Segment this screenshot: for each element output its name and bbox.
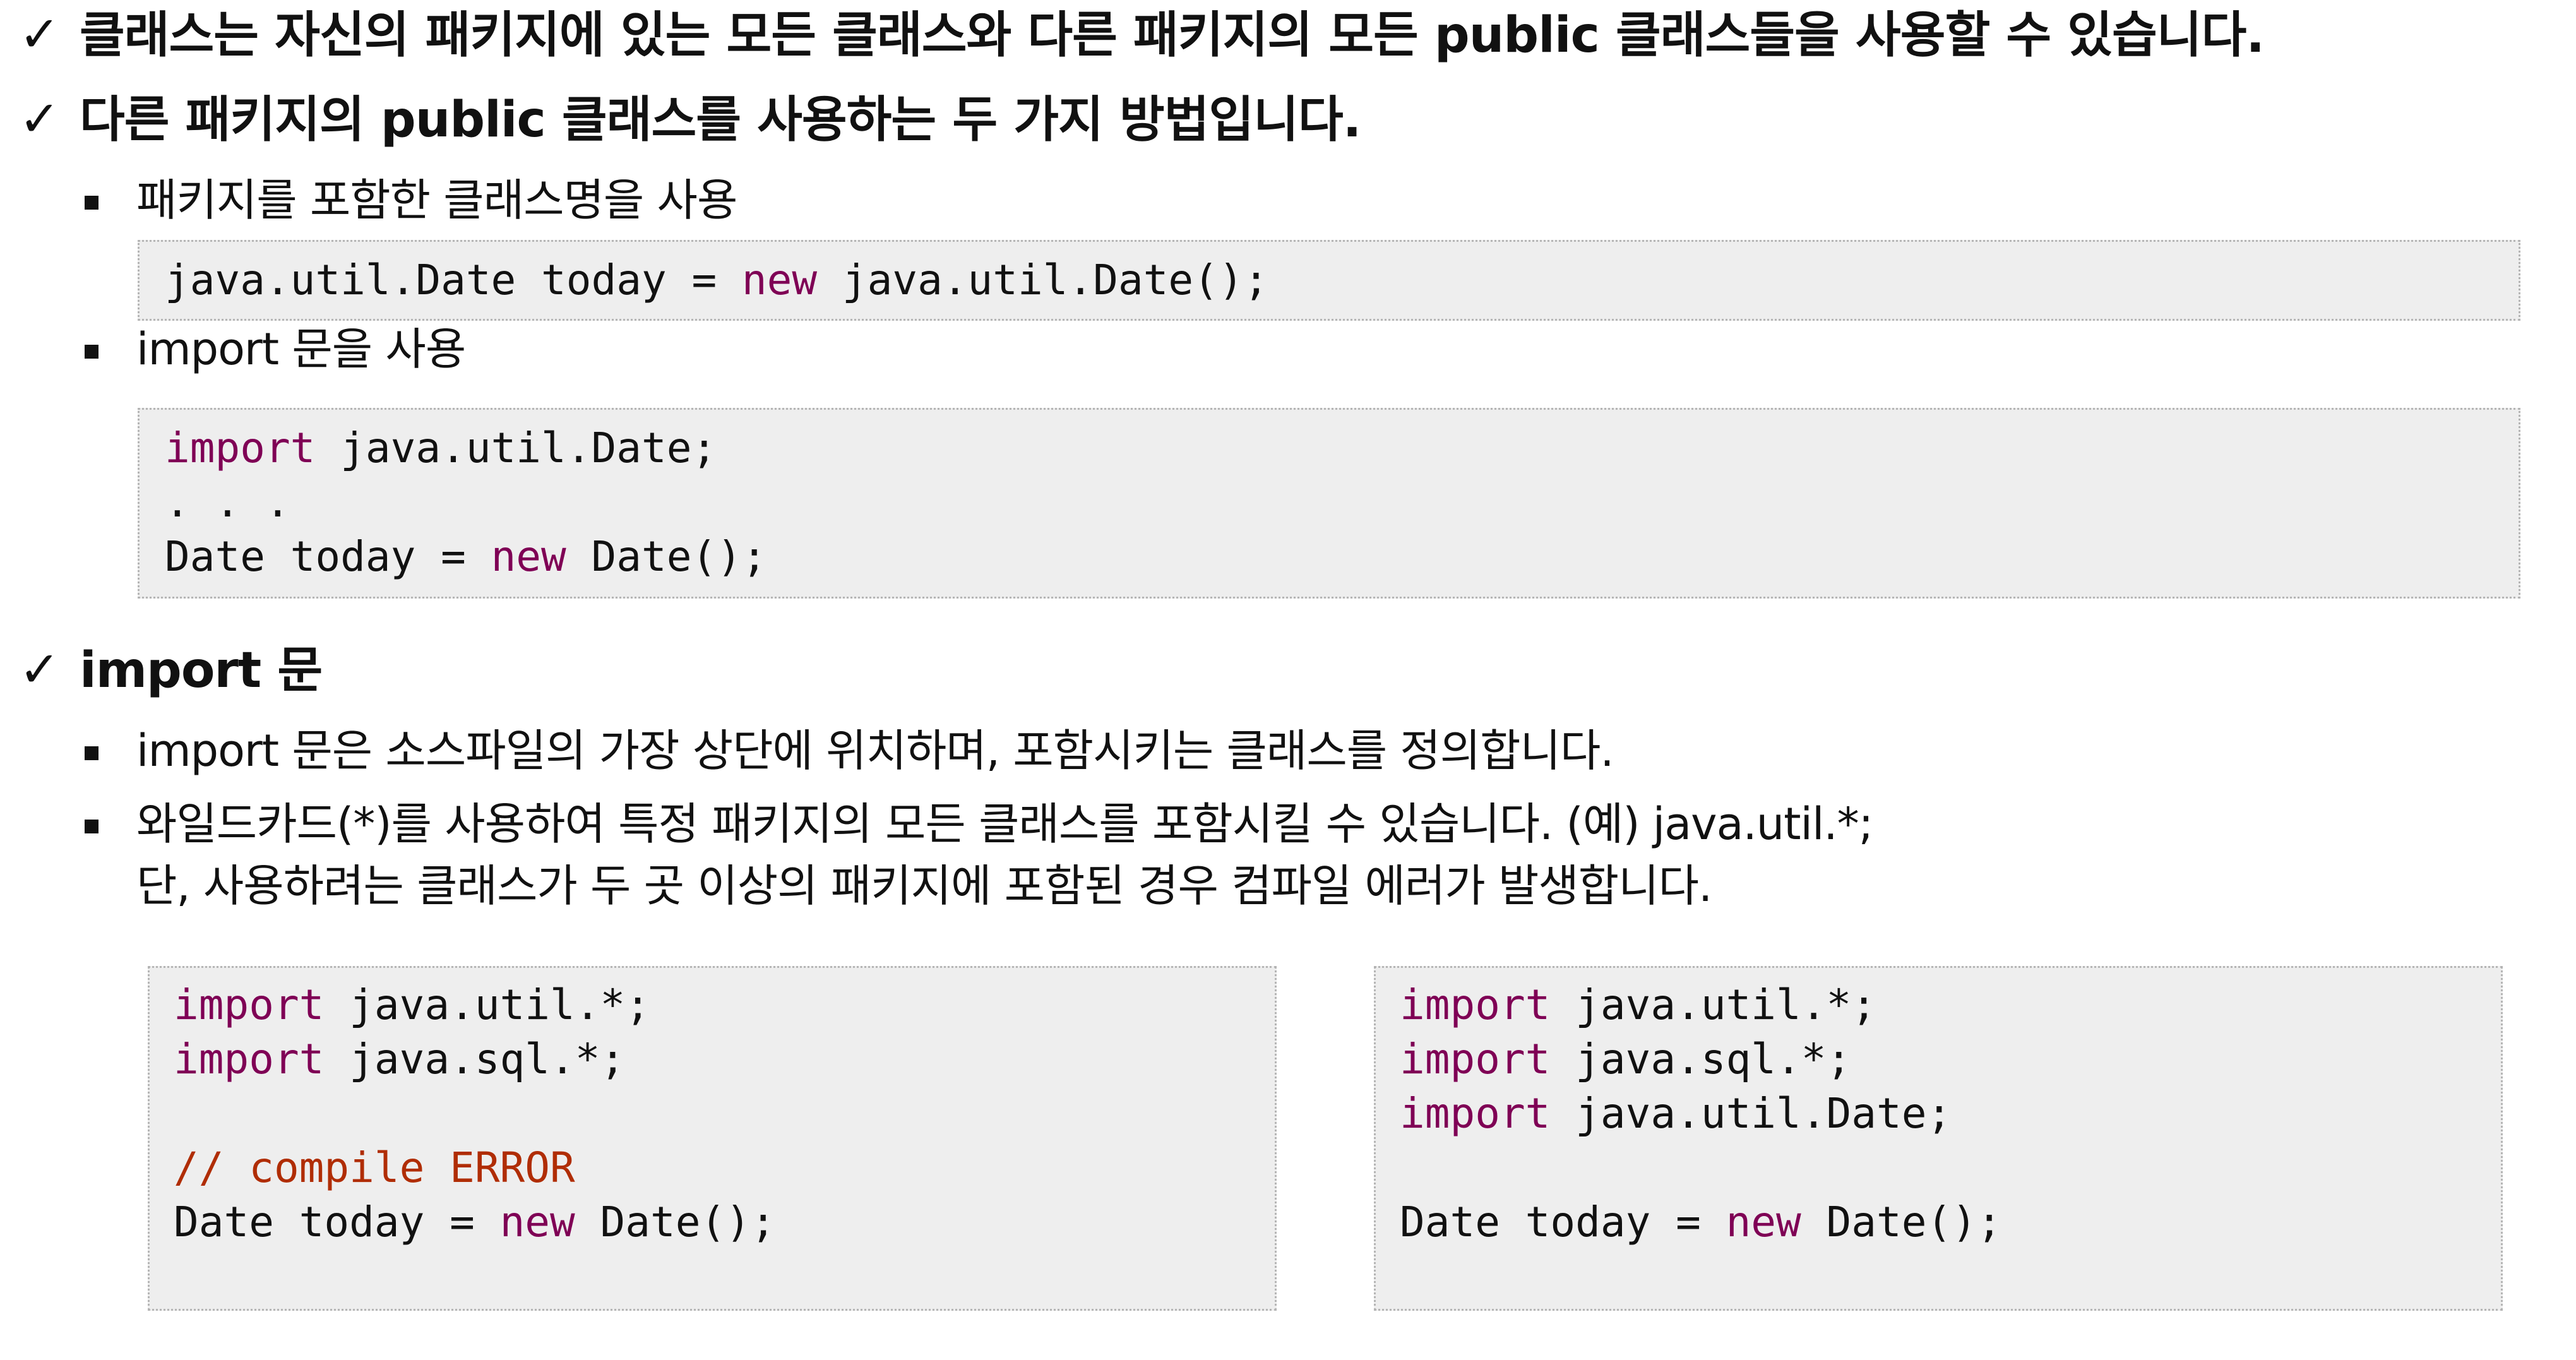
code-block-explicit-import: import java.util.*; import java.sql.*; i… [1374, 966, 2503, 1311]
bullet-text: import 문을 사용 [136, 323, 466, 375]
code-line: import java.sql.*; [174, 1035, 626, 1083]
section-1-heading: 클래스는 자신의 패키지에 있는 모든 클래스와 다른 패키지의 모든 publ… [80, 7, 2265, 64]
square-bullet-icon [85, 820, 98, 833]
square-bullet-icon [85, 345, 98, 359]
section-3-heading: import 문 [80, 642, 323, 699]
bullet-text-continued: 단, 사용하려는 클래스가 두 곳 이상의 패키지에 포함된 경우 컴파일 에러… [136, 860, 1712, 912]
code-line: import java.util.Date; [1400, 1089, 1952, 1138]
code-block-import: import java.util.Date; . . . Date today … [138, 408, 2520, 599]
code-line: Date today = new Date(); [174, 1198, 776, 1246]
code-line: . . . [165, 478, 290, 527]
code-line: import java.util.*; [1400, 981, 1876, 1029]
code-comment: // compile ERROR [174, 1143, 575, 1192]
code-line: import java.util.Date; [165, 424, 717, 472]
code-block-compile-error: import java.util.*; import java.sql.*; /… [148, 966, 1277, 1311]
bullet-text: 와일드카드(*)를 사용하여 특정 패키지의 모든 클래스를 포함시킬 수 있습… [136, 798, 1873, 850]
bullet-text: 패키지를 포함한 클래스명을 사용 [136, 174, 737, 226]
section-2-heading: 다른 패키지의 public 클래스를 사용하는 두 가지 방법입니다. [80, 92, 1361, 148]
square-bullet-icon [85, 746, 98, 760]
code-line: import java.util.*; [174, 981, 650, 1029]
bullet-text: import 문은 소스파일의 가장 상단에 위치하며, 포함시키는 클래스를 … [136, 725, 1614, 777]
square-bullet-icon [85, 196, 98, 210]
code-line: Date today = new Date(); [1400, 1198, 2002, 1246]
checkmark-icon: ✓ [19, 91, 61, 148]
code-block-qualified-name: java.util.Date today = new java.util.Dat… [138, 240, 2520, 321]
checkmark-icon: ✓ [19, 641, 61, 698]
code-line: java.util.Date today = new java.util.Dat… [165, 256, 1269, 304]
code-line: import java.sql.*; [1400, 1035, 1852, 1083]
checkmark-icon: ✓ [19, 6, 61, 63]
code-line: Date today = new Date(); [165, 532, 767, 581]
